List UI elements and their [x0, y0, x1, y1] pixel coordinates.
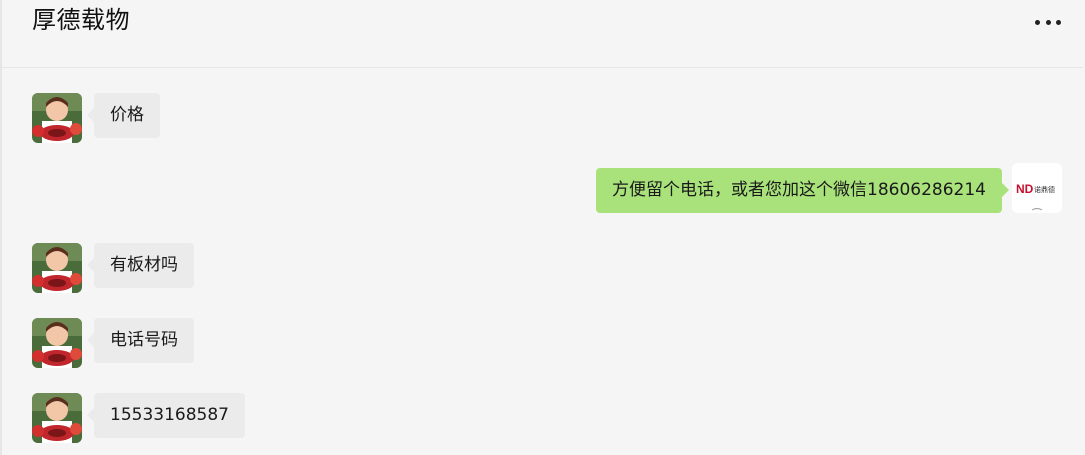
message-bubble[interactable]: 价格: [87, 93, 160, 138]
svg-text:ND: ND: [1016, 182, 1034, 196]
self-avatar[interactable]: ND 诺鼎德: [1012, 163, 1062, 213]
message-bubble[interactable]: 15533168587: [87, 393, 245, 438]
chat-title: 厚德载物: [32, 6, 130, 34]
more-dot-icon: [1045, 19, 1051, 25]
message-item: 电话号码: [2, 293, 1083, 368]
contact-photo-icon: [32, 93, 82, 143]
more-dot-icon: [1035, 19, 1040, 25]
more-options-button[interactable]: [1035, 12, 1061, 32]
message-item: 15533168587: [2, 368, 1083, 455]
contact-avatar[interactable]: [32, 393, 82, 443]
message-bubble[interactable]: 有板材吗: [87, 243, 194, 288]
contact-avatar[interactable]: [32, 93, 82, 143]
contact-photo-icon: [32, 318, 82, 368]
message-item: 有板材吗: [2, 218, 1083, 293]
contact-photo-icon: [32, 393, 82, 443]
message-bubble[interactable]: 方便留个电话，或者您加这个微信18606286214: [596, 168, 1009, 213]
contact-photo-icon: [32, 243, 82, 293]
svg-text:诺鼎德: 诺鼎德: [1034, 185, 1055, 194]
contact-avatar[interactable]: [32, 243, 82, 293]
more-dot-icon: [1056, 19, 1061, 25]
message-list[interactable]: 价格 方便留个电话，或者您加这个微信18606286214 ND 诺鼎德 有板材…: [2, 68, 1083, 455]
contact-avatar[interactable]: [32, 318, 82, 368]
message-item: 价格: [2, 68, 1083, 143]
message-item: 方便留个电话，或者您加这个微信18606286214 ND 诺鼎德: [2, 163, 1083, 223]
company-logo-icon: ND 诺鼎德: [1012, 163, 1062, 213]
chat-header: 厚德载物: [2, 0, 1083, 68]
message-bubble[interactable]: 电话号码: [87, 318, 194, 363]
